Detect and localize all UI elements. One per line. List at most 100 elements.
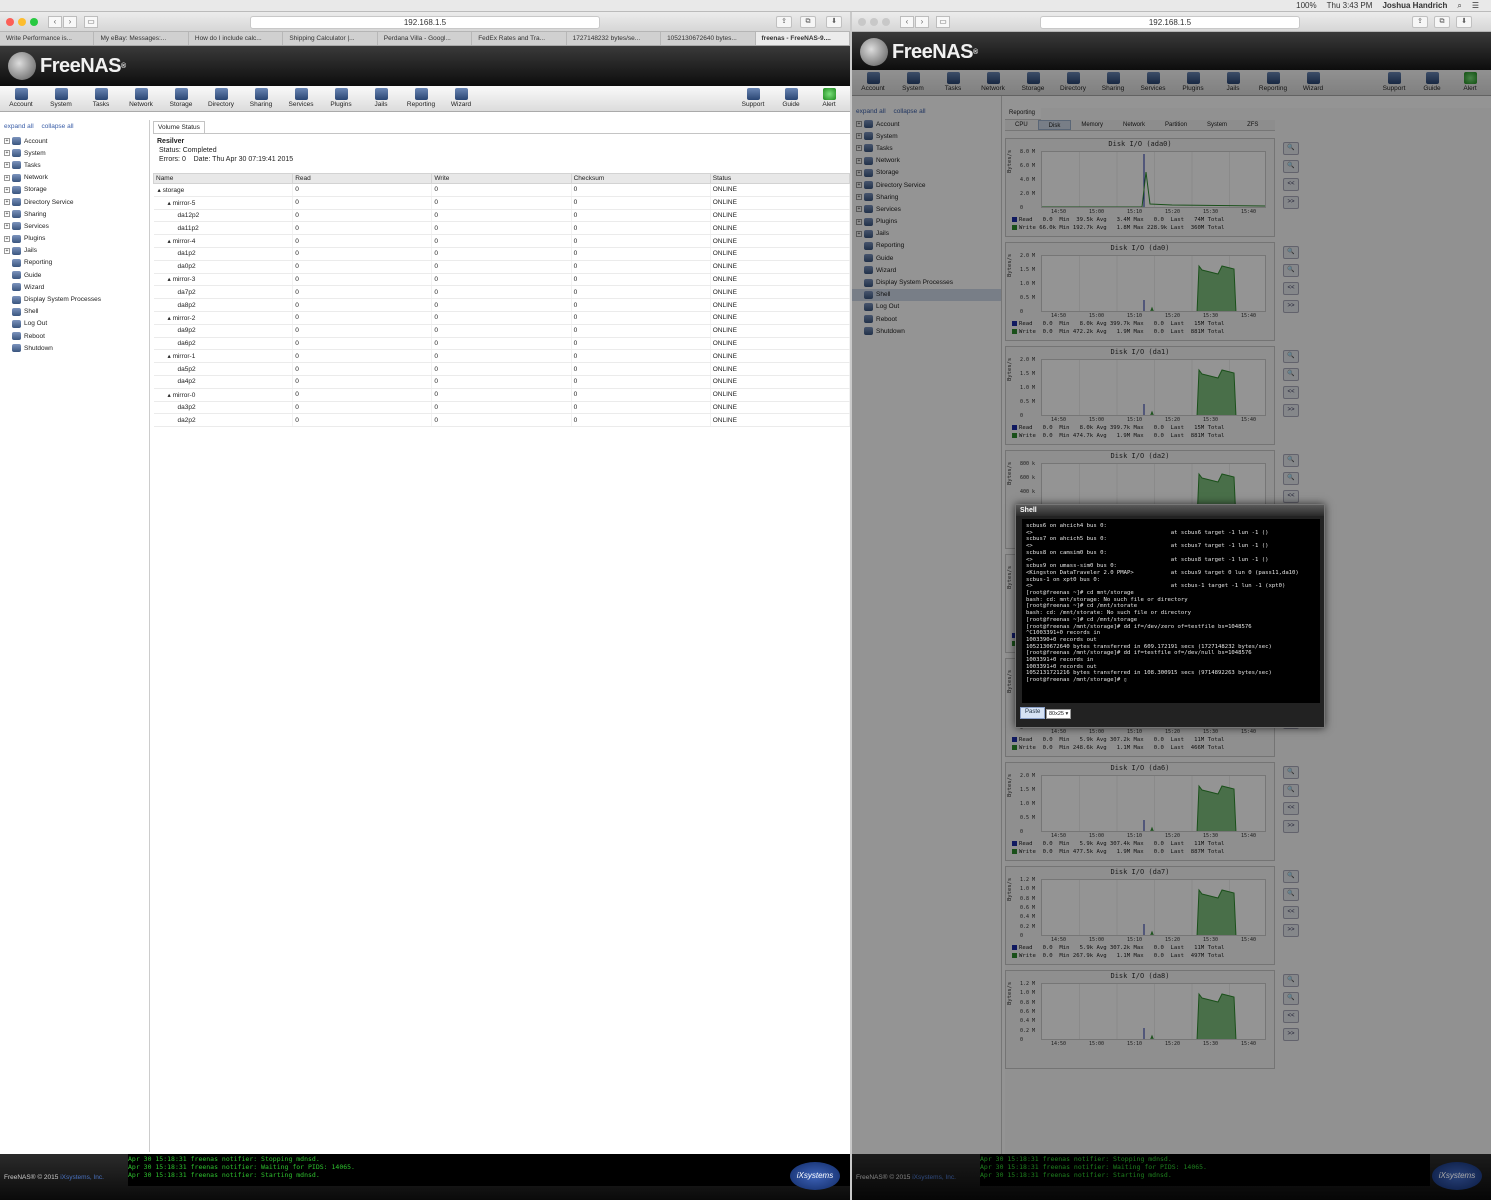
tree-item-reboot[interactable]: Reboot xyxy=(852,313,1001,325)
tree-item-guide[interactable]: Guide xyxy=(852,252,1001,264)
scroll-right-button[interactable]: >> xyxy=(1283,924,1299,937)
zoom-icon[interactable]: 🔍 xyxy=(1283,766,1299,779)
scroll-left-button[interactable]: << xyxy=(1283,386,1299,399)
zoom-icon[interactable]: 🔍 xyxy=(1283,870,1299,883)
tree-item-network[interactable]: + Network xyxy=(0,172,149,184)
toolbar-support[interactable]: Support xyxy=(736,88,770,108)
expand-icon[interactable]: + xyxy=(4,199,10,206)
table-row[interactable]: ▴ mirror-3 0 0 0 ONLINE xyxy=(153,273,850,287)
expand-icon[interactable]: + xyxy=(856,194,862,201)
scroll-left-button[interactable]: << xyxy=(1283,802,1299,815)
report-tab-network[interactable]: Network xyxy=(1113,120,1155,130)
toolbar-support[interactable]: Support xyxy=(1377,72,1411,92)
expand-icon[interactable]: + xyxy=(4,162,10,169)
ixsystems-logo[interactable]: iXsystems xyxy=(790,1162,840,1190)
table-row[interactable]: da9p2 0 0 0 ONLINE xyxy=(153,324,850,338)
tree-item-system[interactable]: + System xyxy=(852,130,1001,142)
tree-item-plugins[interactable]: + Plugins xyxy=(0,233,149,245)
toolbar-plugins[interactable]: Plugins xyxy=(1176,72,1210,92)
scroll-right-button[interactable]: >> xyxy=(1283,196,1299,209)
tree-item-account[interactable]: + Account xyxy=(852,118,1001,130)
tab-volume-status[interactable]: Volume Status xyxy=(153,121,205,133)
expand-icon[interactable]: + xyxy=(856,169,862,176)
scroll-right-button[interactable]: >> xyxy=(1283,1028,1299,1041)
expand-icon[interactable]: + xyxy=(856,218,862,225)
table-row[interactable]: da7p2 0 0 0 ONLINE xyxy=(153,285,850,300)
report-tab-disk[interactable]: Disk xyxy=(1037,120,1072,130)
toolbar-guide[interactable]: Guide xyxy=(774,88,808,108)
zoom-window-button[interactable] xyxy=(882,17,890,26)
expand-icon[interactable]: + xyxy=(856,182,862,189)
tree-item-wizard[interactable]: Wizard xyxy=(852,264,1001,276)
forward-icon[interactable]: › xyxy=(63,15,77,28)
toolbar-account[interactable]: Account xyxy=(4,88,38,108)
table-row[interactable]: ▴ mirror-2 0 0 0 ONLINE xyxy=(153,311,850,325)
share-icon[interactable]: ⇪ xyxy=(1412,16,1428,28)
tree-item-reboot[interactable]: Reboot xyxy=(0,330,149,342)
toolbar-system[interactable]: System xyxy=(44,88,78,108)
zoom-window-button[interactable] xyxy=(30,17,38,26)
expand-icon[interactable]: + xyxy=(4,186,10,193)
menubar-user[interactable]: Joshua Handrich xyxy=(1382,1,1447,10)
tree-item-sharing[interactable]: + Sharing xyxy=(0,208,149,220)
table-row[interactable]: da3p2 0 0 0 ONLINE xyxy=(153,401,850,415)
download-icon[interactable]: ⬇ xyxy=(1456,16,1472,28)
zoom-out-icon[interactable]: 🔍 xyxy=(1283,472,1299,485)
menubar-clock[interactable]: Thu 3:43 PM xyxy=(1327,1,1373,10)
back-icon[interactable]: ‹ xyxy=(900,15,914,28)
toolbar-wizard[interactable]: Wizard xyxy=(444,88,478,108)
menu-list-icon[interactable]: ☰ xyxy=(1472,1,1479,10)
toolbar-tasks[interactable]: Tasks xyxy=(84,88,118,108)
zoom-out-icon[interactable]: 🔍 xyxy=(1283,264,1299,277)
browser-tab[interactable]: FedEx Rates and Tra... xyxy=(472,32,567,45)
report-tab-system[interactable]: System xyxy=(1197,120,1237,130)
tree-item-system[interactable]: + System xyxy=(0,147,149,159)
tree-item-jails[interactable]: + Jails xyxy=(852,228,1001,240)
browser-tab[interactable]: Perdana Villa - Googl... xyxy=(378,32,473,45)
report-tab-cpu[interactable]: CPU xyxy=(1005,120,1038,130)
zoom-icon[interactable]: 🔍 xyxy=(1283,246,1299,259)
sidebar-toggle-icon[interactable]: ▭ xyxy=(84,15,98,28)
report-tab-memory[interactable]: Memory xyxy=(1071,120,1113,130)
toolbar-sharing[interactable]: Sharing xyxy=(1096,72,1130,92)
toolbar-services[interactable]: Services xyxy=(1136,72,1170,92)
expand-icon[interactable]: + xyxy=(856,145,862,152)
zoom-out-icon[interactable]: 🔍 xyxy=(1283,784,1299,797)
tab-reporting[interactable]: Reporting xyxy=(1005,108,1041,120)
zoom-icon[interactable]: 🔍 xyxy=(1283,974,1299,987)
browser-tab[interactable]: freenas - FreeNAS-9.... xyxy=(755,32,850,45)
tree-item-log-out[interactable]: Log Out xyxy=(0,318,149,330)
table-row[interactable]: da12p2 0 0 0 ONLINE xyxy=(153,209,850,223)
expand-icon[interactable]: + xyxy=(4,247,10,254)
tree-item-jails[interactable]: + Jails xyxy=(0,245,149,257)
toolbar-jails[interactable]: Jails xyxy=(364,88,398,108)
column-header-checksum[interactable]: Checksum xyxy=(570,173,711,184)
sidebar-toggle-icon[interactable]: ▭ xyxy=(936,15,950,28)
scroll-left-button[interactable]: << xyxy=(1283,178,1299,191)
browser-tab[interactable]: Write Performance is... xyxy=(0,32,95,45)
table-row[interactable]: da4p2 0 0 0 ONLINE xyxy=(153,375,850,389)
toolbar-jails[interactable]: Jails xyxy=(1216,72,1250,92)
expand-all-link[interactable]: expand all xyxy=(856,108,886,115)
tree-item-plugins[interactable]: + Plugins xyxy=(852,216,1001,228)
address-bar[interactable]: 192.168.1.5 xyxy=(250,16,600,29)
tree-item-log-out[interactable]: Log Out xyxy=(852,301,1001,313)
table-row[interactable]: ▴ mirror-4 0 0 0 ONLINE xyxy=(153,234,850,248)
report-tab-partition[interactable]: Partition xyxy=(1155,120,1197,130)
toolbar-storage[interactable]: Storage xyxy=(164,88,198,108)
spotlight-icon[interactable]: ⌕ xyxy=(1457,1,1461,11)
zoom-out-icon[interactable]: 🔍 xyxy=(1283,160,1299,173)
forward-icon[interactable]: › xyxy=(915,15,929,28)
table-row[interactable]: ▴ mirror-5 0 0 0 ONLINE xyxy=(153,196,850,210)
zoom-out-icon[interactable]: 🔍 xyxy=(1283,368,1299,381)
tabs-overview-icon[interactable]: ⧉ xyxy=(800,16,816,28)
expand-icon[interactable]: + xyxy=(4,138,10,145)
expand-all-link[interactable]: expand all xyxy=(4,123,34,130)
toolbar-directory[interactable]: Directory xyxy=(204,88,238,108)
browser-tab[interactable]: My eBay: Messages:... xyxy=(94,32,189,45)
zoom-icon[interactable]: 🔍 xyxy=(1283,350,1299,363)
browser-tab[interactable]: How do I include calc... xyxy=(189,32,284,45)
scroll-left-button[interactable]: << xyxy=(1283,906,1299,919)
toolbar-directory[interactable]: Directory xyxy=(1056,72,1090,92)
toolbar-guide[interactable]: Guide xyxy=(1415,72,1449,92)
